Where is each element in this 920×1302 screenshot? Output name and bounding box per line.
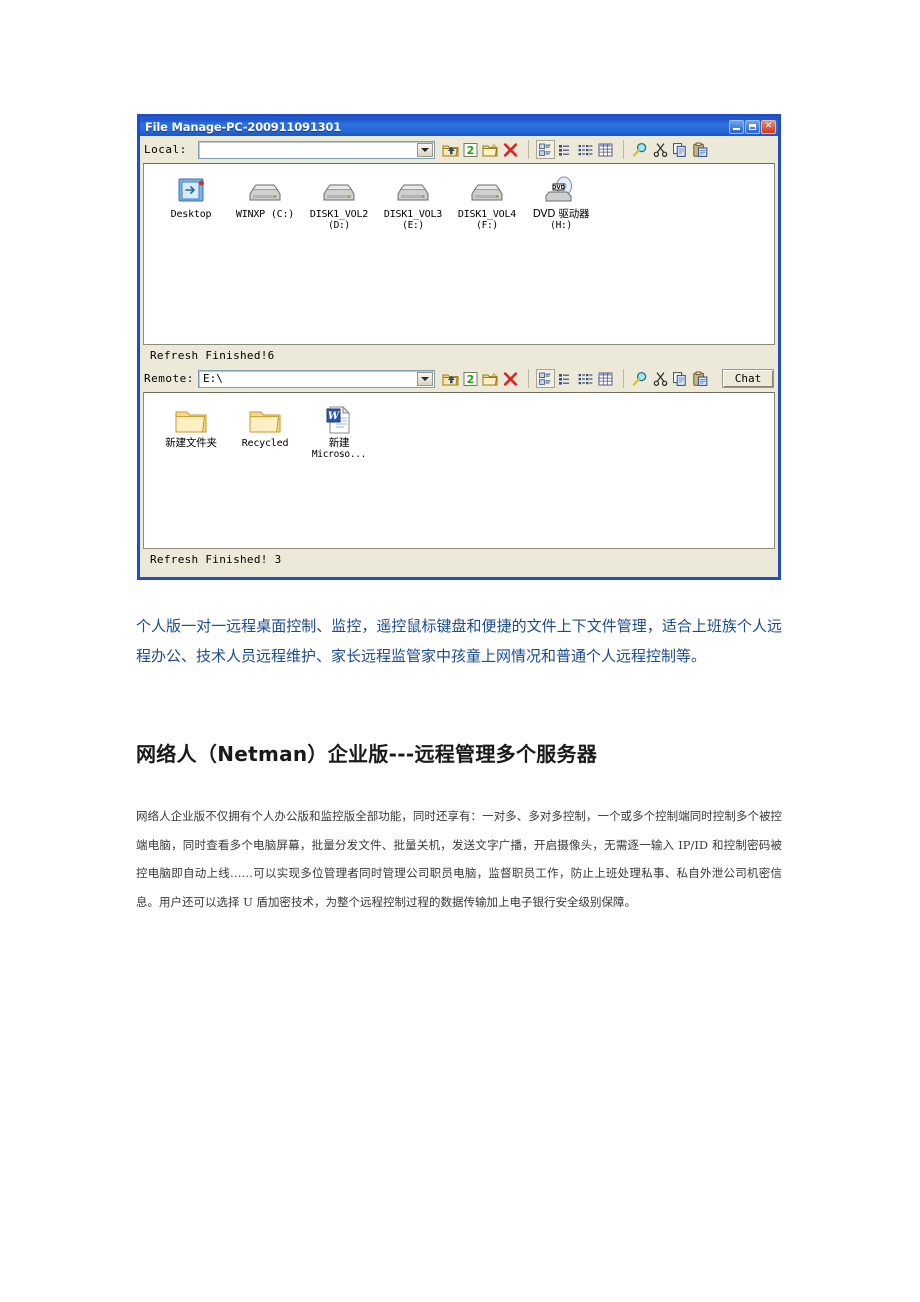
section-heading: 网络人（Netman）企业版---远程管理多个服务器: [136, 742, 598, 766]
remote-edit-ops-group: [623, 369, 710, 388]
folder-icon: [248, 401, 282, 435]
remote-path-value: E:\: [203, 372, 223, 385]
file-item[interactable]: W 新建 Microso...: [302, 401, 376, 460]
local-label: Local:: [144, 143, 187, 156]
word-document-icon: W: [324, 401, 354, 435]
file-item-label: Desktop: [170, 209, 212, 220]
search-button[interactable]: [631, 369, 650, 388]
view-list-button[interactable]: [576, 369, 595, 388]
local-view-mode-group: [528, 140, 615, 159]
remote-file-ops-group: 2: [441, 369, 520, 388]
delete-button[interactable]: [501, 140, 520, 159]
local-path-combo[interactable]: [198, 140, 435, 159]
file-item[interactable]: DISK1_VOL2 (D:): [302, 172, 376, 231]
view-large-icons-button[interactable]: [536, 140, 555, 159]
close-icon[interactable]: ✕: [761, 119, 776, 134]
local-panel: Local: 2 Desktop WINXP (C:) DISK1_VOL2 (…: [140, 136, 778, 365]
lead-paragraph: 个人版一对一远程桌面控制、监控，遥控鼠标键盘和便捷的文件上下文件管理，适合上班族…: [136, 617, 782, 665]
local-icon-grid: Desktop WINXP (C:) DISK1_VOL2 (D:) DISK1…: [144, 164, 774, 231]
remote-status-text: Refresh Finished! 3: [140, 549, 778, 569]
file-item[interactable]: DISK1_VOL4 (F:): [450, 172, 524, 231]
file-item-label: DISK1_VOL4: [457, 209, 517, 220]
body-paragraph: 网络人企业版不仅拥有个人办公版和监控版全部功能，同时还享有：一对多、多对多控制，…: [136, 809, 782, 909]
local-file-ops-group: 2: [441, 140, 520, 159]
up-folder-button[interactable]: [441, 369, 460, 388]
file-item-sublabel: (E:): [402, 220, 424, 231]
drive-icon: [322, 172, 356, 206]
view-details-button[interactable]: [596, 369, 615, 388]
file-item-label: Recycled: [241, 438, 289, 449]
window-controls: ✕: [729, 119, 776, 134]
paste-button[interactable]: [691, 140, 710, 159]
up-folder-button[interactable]: [441, 140, 460, 159]
copy-button[interactable]: [671, 369, 690, 388]
file-item-label: DISK1_VOL3: [383, 209, 443, 220]
file-item-sublabel: (D:): [328, 220, 350, 231]
chevron-down-icon[interactable]: [417, 371, 433, 386]
delete-button[interactable]: [501, 369, 520, 388]
window-titlebar: File Manage-PC-200911091301 ✕: [140, 117, 778, 136]
svg-text:2: 2: [467, 144, 475, 157]
drive-icon: [248, 172, 282, 206]
view-large-icons-button[interactable]: [536, 369, 555, 388]
new-folder-button[interactable]: [481, 140, 500, 159]
remote-path-combo[interactable]: E:\: [198, 369, 435, 388]
file-item[interactable]: WINXP (C:): [228, 172, 302, 231]
remote-view-mode-group: [528, 369, 615, 388]
refresh-button[interactable]: 2: [461, 140, 480, 159]
file-item-label: 新建: [328, 437, 350, 449]
page-root: File Manage-PC-200911091301 ✕ Local: 2 D…: [0, 0, 920, 1302]
dvd-drive-icon: DVD: [544, 172, 578, 206]
copy-button[interactable]: [671, 140, 690, 159]
cut-button[interactable]: [651, 140, 670, 159]
paste-button[interactable]: [691, 369, 710, 388]
local-file-list[interactable]: Desktop WINXP (C:) DISK1_VOL2 (D:) DISK1…: [143, 163, 775, 345]
svg-text:2: 2: [467, 373, 475, 386]
file-manage-window: File Manage-PC-200911091301 ✕ Local: 2 D…: [137, 114, 781, 580]
svg-text:W: W: [328, 411, 341, 422]
file-item[interactable]: Desktop: [154, 172, 228, 231]
remote-icon-grid: 新建文件夹 Recycled W 新建 Microso...: [144, 393, 774, 460]
view-small-icons-button[interactable]: [556, 369, 575, 388]
file-item-sublabel: (H:): [550, 220, 572, 231]
desktop-icon: [176, 172, 206, 206]
search-button[interactable]: [631, 140, 650, 159]
file-item[interactable]: DVD DVD 驱动器 (H:): [524, 172, 598, 231]
folder-icon: [174, 401, 208, 435]
drive-icon: [396, 172, 430, 206]
file-item-label: 新建文件夹: [165, 437, 217, 449]
file-item-sublabel: (F:): [476, 220, 498, 231]
refresh-button[interactable]: 2: [461, 369, 480, 388]
remote-label: Remote:: [144, 372, 194, 385]
cut-button[interactable]: [651, 369, 670, 388]
file-item-label: DVD 驱动器: [532, 208, 590, 220]
remote-panel: Remote: E:\ 2 Chat 新建文件夹 Recycled W 新建 M…: [140, 365, 778, 569]
file-item-label: WINXP (C:): [235, 209, 295, 220]
maximize-icon[interactable]: [745, 119, 760, 134]
local-edit-ops-group: [623, 140, 710, 159]
view-small-icons-button[interactable]: [556, 140, 575, 159]
local-toolbar-row: Local: 2: [140, 136, 778, 163]
remote-toolbar-row: Remote: E:\ 2 Chat: [140, 365, 778, 392]
view-list-button[interactable]: [576, 140, 595, 159]
file-item-sublabel: Microso...: [311, 449, 367, 460]
file-item[interactable]: Recycled: [228, 401, 302, 460]
local-status-text: Refresh Finished!6: [140, 345, 778, 365]
chevron-down-icon[interactable]: [417, 142, 433, 157]
view-details-button[interactable]: [596, 140, 615, 159]
svg-text:DVD: DVD: [552, 185, 566, 191]
file-item-label: DISK1_VOL2: [309, 209, 369, 220]
minimize-icon[interactable]: [729, 119, 744, 134]
drive-icon: [470, 172, 504, 206]
file-item[interactable]: 新建文件夹: [154, 401, 228, 460]
chat-button[interactable]: Chat: [722, 369, 774, 388]
file-item[interactable]: DISK1_VOL3 (E:): [376, 172, 450, 231]
remote-file-list[interactable]: 新建文件夹 Recycled W 新建 Microso...: [143, 392, 775, 549]
window-title: File Manage-PC-200911091301: [145, 119, 342, 134]
new-folder-button[interactable]: [481, 369, 500, 388]
